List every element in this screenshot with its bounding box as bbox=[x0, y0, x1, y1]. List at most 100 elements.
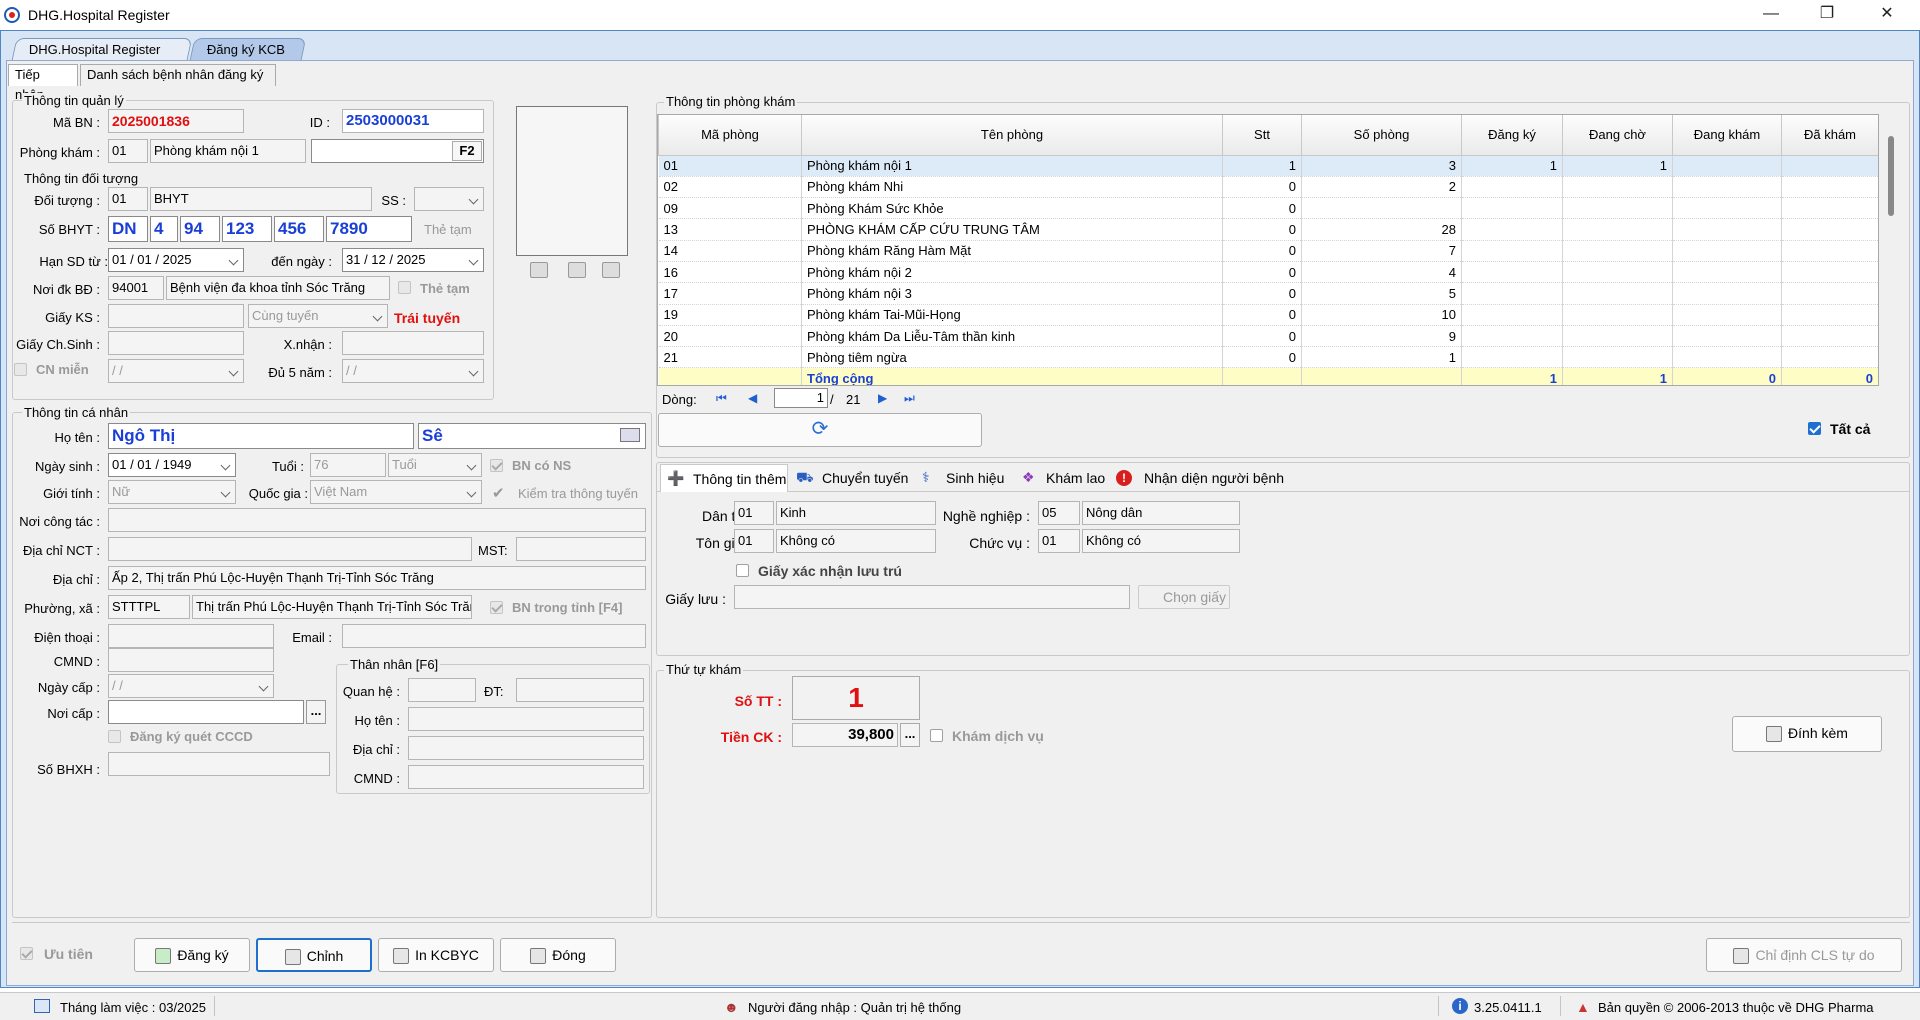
nghe-nghiep-code[interactable]: 05 bbox=[1038, 501, 1080, 525]
table-row[interactable]: 09 Phòng Khám Sức Khỏe 0 bbox=[658, 197, 1878, 220]
phuong-xa-name[interactable]: Thị trấn Phú Lộc-Huyện Thạnh Trị-Tỉnh Só… bbox=[192, 595, 472, 619]
table-row[interactable]: 14 Phòng khám Răng Hàm Mặt 0 7 bbox=[658, 240, 1878, 262]
table-row[interactable]: 01 Phòng khám nội 11311 bbox=[658, 155, 1878, 177]
x-nhan-field[interactable] bbox=[342, 331, 484, 355]
table-scrollbar[interactable] bbox=[1888, 136, 1894, 216]
refresh-button[interactable]: ⟳ bbox=[658, 413, 982, 447]
so-bhxh-field[interactable] bbox=[108, 752, 330, 776]
du-5-nam-date[interactable]: / / bbox=[342, 359, 484, 383]
tab-hospital-register[interactable]: DHG.Hospital Register bbox=[11, 38, 193, 60]
nghe-nghiep-name[interactable]: Nông dân bbox=[1082, 501, 1240, 525]
cn-mien-date[interactable]: / / bbox=[108, 359, 244, 383]
email-field[interactable] bbox=[342, 624, 646, 648]
dang-ky-button[interactable]: Đăng ký bbox=[134, 938, 250, 972]
minimize-button[interactable]: — bbox=[1748, 0, 1794, 30]
ngay-sinh-field[interactable]: 01 / 01 / 1949 bbox=[108, 453, 236, 477]
tab-dang-ky-kcb[interactable]: Đăng ký KCB bbox=[189, 38, 307, 60]
tab-chuyen-tuyen[interactable]: ⛟ Chuyển tuyến bbox=[794, 464, 910, 492]
table-row[interactable]: 13 PHÒNG KHÁM CẤP CỨU TRUNG TÂM 0 28 bbox=[658, 218, 1878, 241]
than-nhan-dia-chi-field[interactable] bbox=[408, 736, 644, 760]
han-sd-to[interactable]: 31 / 12 / 2025 bbox=[342, 248, 484, 272]
tab-kham-lao[interactable]: ❖ Khám lao bbox=[1020, 464, 1106, 492]
column-header[interactable]: Mã phòng bbox=[658, 115, 802, 156]
tat-ca-checkbox[interactable] bbox=[1808, 422, 1821, 435]
ton-giao-name[interactable]: Không có bbox=[776, 529, 936, 553]
kiem-tra-thong-tuyen-button[interactable]: Kiểm tra thông tuyến bbox=[518, 486, 638, 501]
han-sd-from[interactable]: 01 / 01 / 2025 bbox=[108, 248, 244, 272]
phuong-xa-code[interactable]: STTTPL bbox=[108, 595, 190, 619]
tab-tiep-nhan[interactable]: Tiếp nhận bbox=[8, 64, 78, 102]
tab-danh-sach[interactable]: Danh sách bệnh nhân đăng ký bbox=[80, 64, 276, 86]
column-header[interactable]: Đã khám bbox=[1781, 115, 1878, 156]
column-header[interactable]: Tên phòng bbox=[801, 115, 1223, 156]
dinh-kem-button[interactable]: Đính kèm bbox=[1732, 716, 1882, 752]
dien-thoai-field[interactable] bbox=[108, 624, 274, 648]
uu-tien-checkbox[interactable] bbox=[20, 947, 33, 960]
than-nhan-cmnd-field[interactable] bbox=[408, 765, 644, 789]
keyboard-icon[interactable] bbox=[620, 428, 640, 442]
bhyt-part-5[interactable]: 456 bbox=[274, 216, 324, 242]
noi-cap-browse-button[interactable]: ... bbox=[306, 700, 326, 724]
column-header[interactable]: Đang chờ bbox=[1562, 115, 1673, 156]
tab-nhan-dien[interactable]: ! Nhận diện người bệnh bbox=[1116, 464, 1286, 492]
first-page-icon[interactable]: ⏮ bbox=[716, 390, 736, 406]
f2-button[interactable]: F2 bbox=[452, 141, 482, 161]
cmnd-field[interactable] bbox=[108, 648, 274, 672]
ss-dropdown[interactable] bbox=[414, 187, 484, 211]
column-header[interactable]: Stt bbox=[1222, 115, 1302, 156]
doi-tuong-name[interactable]: BHYT bbox=[150, 187, 372, 211]
bn-trong-tinh-checkbox[interactable] bbox=[490, 601, 503, 614]
than-nhan-dt-field[interactable] bbox=[516, 678, 644, 702]
than-nhan-ho-ten-field[interactable] bbox=[408, 707, 644, 731]
tab-thong-tin-them[interactable]: ➕ Thông tin thêm bbox=[660, 464, 788, 492]
bhyt-part-3[interactable]: 94 bbox=[180, 216, 220, 242]
noi-dk-name[interactable]: Bệnh viện đa khoa tỉnh Sóc Trăng bbox=[166, 276, 390, 300]
dan-toc-name[interactable]: Kinh bbox=[776, 501, 936, 525]
noi-cap-field[interactable] bbox=[108, 700, 304, 724]
column-header[interactable]: Đang khám bbox=[1672, 115, 1782, 156]
dan-toc-code[interactable]: 01 bbox=[734, 501, 774, 525]
table-row[interactable]: 02 Phòng khám Nhi 0 2 bbox=[658, 176, 1878, 199]
next-page-icon[interactable]: ▶ bbox=[878, 390, 894, 406]
bhyt-part-2[interactable]: 4 bbox=[150, 216, 178, 242]
chinh-button[interactable]: Chỉnh bbox=[256, 938, 372, 972]
bn-co-ns-checkbox[interactable] bbox=[490, 459, 503, 472]
tien-ck-value[interactable]: 39,800 bbox=[792, 723, 898, 747]
table-row[interactable]: 17 Phòng khám nội 305 bbox=[658, 282, 1878, 305]
column-header[interactable]: Đăng ký bbox=[1461, 115, 1563, 156]
phong-kham-table[interactable]: Mã phòng Tên phòng Stt Số phòng Đăng ký Đang … bbox=[657, 114, 1879, 386]
noi-cong-tac-field[interactable] bbox=[108, 508, 646, 532]
ma-bn-field[interactable]: 2025001836 bbox=[108, 109, 244, 133]
giay-luu-field[interactable] bbox=[734, 585, 1130, 609]
chuc-vu-name[interactable]: Không có bbox=[1082, 529, 1240, 553]
tuyen-dropdown[interactable]: Cùng tuyến bbox=[248, 304, 388, 328]
chi-dinh-cls-button[interactable]: Chỉ định CLS tự do bbox=[1706, 938, 1902, 972]
bhyt-part-4[interactable]: 123 bbox=[222, 216, 272, 242]
phong-kham-code[interactable]: 01 bbox=[108, 139, 148, 163]
tab-sinh-hieu[interactable]: ⚕ Sinh hiệu bbox=[920, 464, 1018, 492]
page-input[interactable]: 1 bbox=[774, 388, 828, 408]
quoc-gia-dropdown[interactable]: Việt Nam bbox=[310, 480, 482, 504]
kham-dich-vu-checkbox[interactable] bbox=[930, 729, 943, 742]
chuc-vu-code[interactable]: 01 bbox=[1038, 529, 1080, 553]
quan-he-field[interactable] bbox=[408, 678, 476, 702]
phong-kham-name[interactable]: Phòng khám nội 1 bbox=[150, 139, 306, 163]
gioi-tinh-dropdown[interactable]: Nữ bbox=[108, 480, 236, 504]
ho-field[interactable]: Ngô Thị bbox=[108, 423, 414, 449]
restore-button[interactable]: ❐ bbox=[1804, 0, 1850, 30]
table-row[interactable]: 16 Phòng khám nội 204 bbox=[658, 261, 1878, 284]
ngay-cap-date[interactable]: / / bbox=[108, 674, 274, 698]
in-kcbyc-button[interactable]: In KCBYC bbox=[378, 938, 494, 972]
chon-giay-button[interactable]: Chọn giấy bbox=[1138, 585, 1230, 609]
dia-chi-nct-field[interactable] bbox=[108, 537, 472, 561]
table-row[interactable]: 19 Phòng khám Tai-Mũi-Họng 0 10 bbox=[658, 304, 1878, 326]
table-row[interactable]: 21 Phòng tiêm ngừa 0 1 bbox=[658, 346, 1878, 369]
dia-chi-field[interactable]: Ấp 2, Thị trấn Phú Lộc-Huyện Thạnh Trị-T… bbox=[108, 566, 646, 590]
cn-mien-checkbox[interactable] bbox=[14, 363, 27, 376]
camera-icon[interactable] bbox=[530, 262, 548, 278]
dang-ky-cccd-checkbox[interactable] bbox=[108, 730, 121, 743]
giay-chung-sinh-field[interactable] bbox=[108, 331, 244, 355]
tien-ck-browse-button[interactable]: ... bbox=[900, 723, 920, 747]
bhyt-part-6[interactable]: 7890 bbox=[326, 216, 412, 242]
giay-ks-field[interactable] bbox=[108, 304, 244, 328]
